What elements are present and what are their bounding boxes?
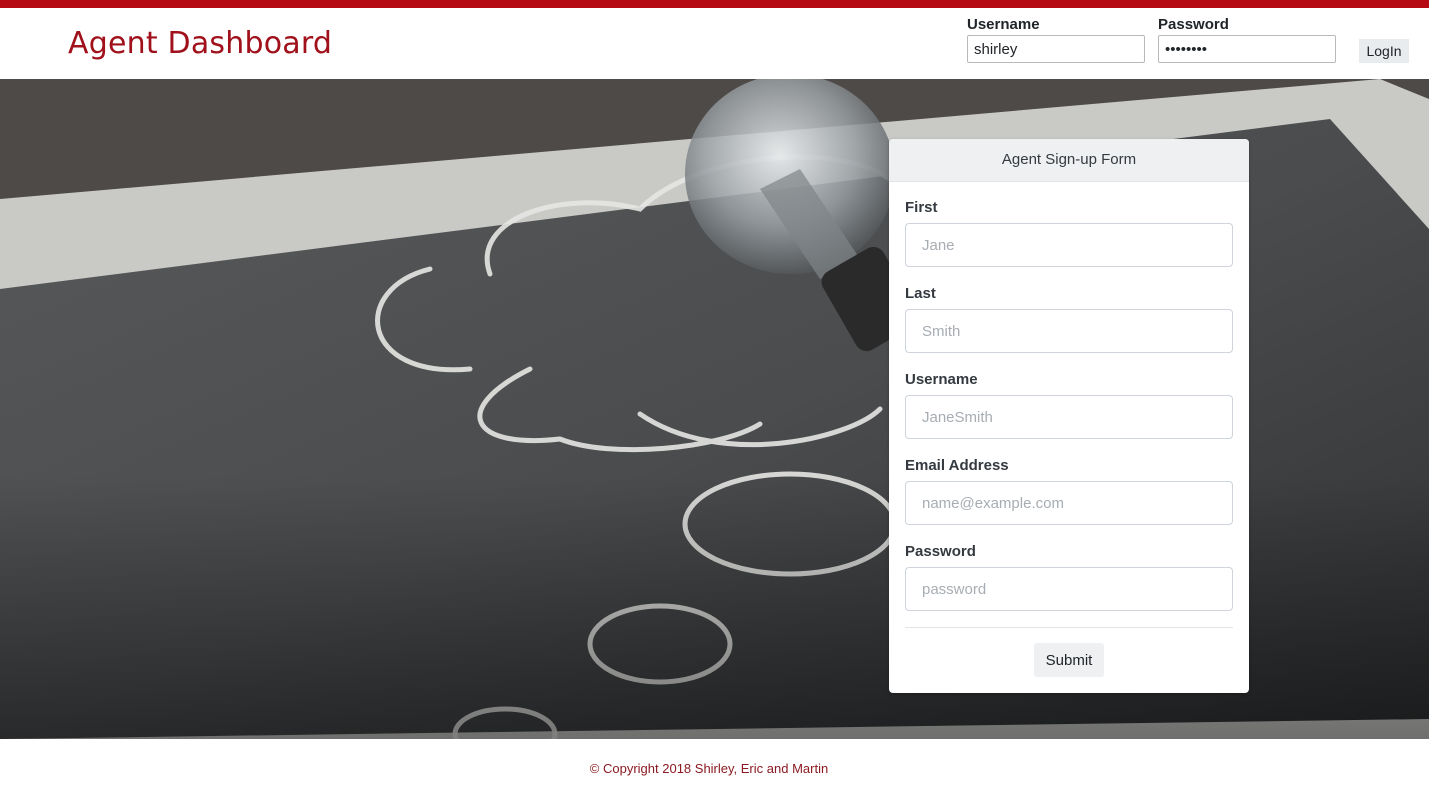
login-password-label: Password — [1158, 16, 1229, 33]
login-button[interactable]: LogIn — [1359, 39, 1409, 63]
username-label: Username — [905, 371, 978, 388]
form-divider — [905, 627, 1233, 628]
footer: © Copyright 2018 Shirley, Eric and Marti… — [0, 739, 1429, 797]
first-name-label: First — [905, 199, 938, 216]
signup-form-card: Agent Sign-up Form First Last Username E… — [889, 139, 1249, 693]
email-label: Email Address — [905, 457, 1009, 474]
first-name-input[interactable] — [905, 223, 1233, 267]
submit-button[interactable]: Submit — [1034, 643, 1104, 677]
last-name-label: Last — [905, 285, 936, 302]
brand-title[interactable]: Agent Dashboard — [68, 26, 332, 61]
signup-form-title: Agent Sign-up Form — [889, 139, 1249, 182]
login-username-label: Username — [967, 16, 1040, 33]
login-username-input[interactable] — [967, 35, 1145, 63]
login-password-input[interactable] — [1158, 35, 1336, 63]
password-input[interactable] — [905, 567, 1233, 611]
header: Agent Dashboard Username Password LogIn — [0, 8, 1429, 79]
email-input[interactable] — [905, 481, 1233, 525]
top-accent-stripe — [0, 0, 1429, 8]
copyright-text: © Copyright 2018 Shirley, Eric and Marti… — [589, 761, 829, 776]
last-name-input[interactable] — [905, 309, 1233, 353]
username-input[interactable] — [905, 395, 1233, 439]
password-label: Password — [905, 543, 976, 560]
